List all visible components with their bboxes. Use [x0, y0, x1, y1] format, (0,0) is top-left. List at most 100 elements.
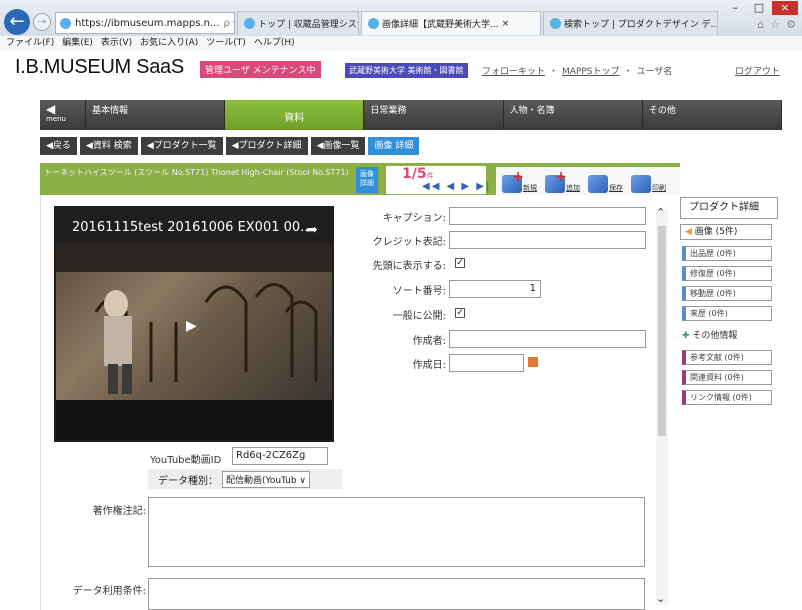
crumb-back[interactable]: ◀戻る — [40, 137, 77, 155]
play-icon[interactable]: ▶ — [186, 318, 197, 334]
new-doc-icon — [502, 169, 524, 193]
youtube-id-input[interactable]: Rd6q-2CZ6Zg — [232, 447, 328, 465]
page-indicator: 1/5件 — [402, 166, 434, 182]
sidebar-item-provenance[interactable]: 来歴 (0件) — [682, 306, 772, 321]
public-checkbox[interactable]: ✓ — [455, 308, 465, 318]
menu-tools[interactable]: ツール(T) — [206, 36, 246, 50]
university-badge: 武蔵野美術大学 美術館・図書館 — [345, 63, 468, 78]
sidebar-item-exhibitions[interactable]: 出品歴 (0件) — [682, 246, 772, 261]
print-button[interactable]: 印刷 — [631, 175, 666, 193]
logout-link[interactable]: ログアウト — [735, 64, 780, 77]
data-type-select[interactable]: 配信動画(YouTub ∨ — [222, 470, 311, 488]
copyright-textarea[interactable] — [148, 497, 645, 567]
maintenance-badge: 管理ユーザ メンテナンス中 — [200, 61, 321, 78]
credit-input[interactable] — [449, 231, 646, 249]
menu-edit[interactable]: 編集(E) — [62, 36, 93, 50]
crumb-product-detail[interactable]: ◀プロダクト詳細 — [225, 137, 308, 155]
gear-icon[interactable]: ⚙ — [786, 18, 796, 31]
address-url: https://ibmuseum.mapps.n... — [75, 17, 220, 29]
creator-input[interactable] — [449, 330, 646, 348]
menu-file[interactable]: ファイル(F) — [6, 36, 54, 50]
browser-tab-3[interactable]: 検索トップ | プロダクトデザイン デ... — [543, 11, 718, 35]
pager-nav-icons[interactable]: ◀◀ ◀ ▶ ▶| — [422, 181, 491, 192]
star-icon[interactable]: ☆ — [770, 18, 780, 31]
save-icon — [588, 175, 608, 193]
sidebar-heading[interactable]: プロダクト詳細 — [680, 197, 778, 219]
window-controls: – □ × — [724, 1, 798, 15]
browser-icons: ⌂ ☆ ⚙ — [757, 18, 796, 31]
sidebar-item-movements[interactable]: 移動歴 (0件) — [682, 286, 772, 301]
sidebar-other-info[interactable]: ✚ その他情報 — [682, 329, 772, 344]
share-icon[interactable]: ➦ — [306, 222, 318, 238]
menu-arrow-icon: ◀ — [46, 102, 56, 116]
maximize-button[interactable]: □ — [748, 1, 770, 15]
nav-item-daily[interactable]: 日常業務 — [364, 100, 504, 130]
data-type-row: データ種別： 配信動画(YouTub ∨ — [148, 469, 342, 489]
print-icon — [631, 175, 651, 193]
scrollbar-thumb[interactable] — [658, 226, 666, 436]
record-title: トーネットハイスツール (スツール No.ST71) Thonet High-C… — [44, 168, 349, 177]
tab-label: 検索トップ | プロダクトデザイン デ... — [564, 20, 718, 30]
usage-label: データ利用条件: — [72, 586, 146, 597]
menu-help[interactable]: ヘルプ(H) — [254, 36, 295, 50]
plus-icon: ✚ — [682, 331, 690, 341]
nav-item-materials[interactable]: 資料 — [225, 100, 365, 130]
minimize-button[interactable]: – — [724, 1, 746, 15]
ie-page-icon — [60, 17, 71, 29]
menu-favorites[interactable]: お気に入り(A) — [140, 36, 198, 50]
sidebar-item-restorations[interactable]: 修復歴 (0件) — [682, 266, 772, 281]
nav-menu-toggle[interactable]: ◀ menu — [40, 100, 86, 130]
video-title: 20161115test 20161006 EX001 00... — [72, 220, 313, 235]
crumb-search[interactable]: ◀資料 検索 — [79, 137, 138, 155]
menu-view[interactable]: 表示(V) — [101, 36, 132, 50]
back-arrow-icon[interactable]: ← — [4, 9, 30, 35]
sidebar-item-related[interactable]: 関連資料 (0件) — [682, 370, 772, 385]
left-arrow-icon: ◀ — [685, 227, 692, 237]
address-bar[interactable]: https://ibmuseum.mapps.n... ρ ▾ 🔒 C — [55, 12, 235, 34]
header-links: フォローキット ・ MAPPSトップ ・ ユーザ名 — [482, 64, 672, 77]
main-nav: ◀ menu 基本情報 資料 日常業務 人物・名簿 その他 — [40, 100, 783, 130]
calendar-icon[interactable] — [528, 357, 538, 367]
crumb-image-list[interactable]: ◀画像一覧 — [310, 137, 366, 155]
nav-item-people[interactable]: 人物・名簿 — [504, 100, 643, 130]
forward-arrow-icon[interactable]: → — [33, 13, 51, 31]
created-date-input[interactable] — [449, 354, 524, 372]
nav-item-basic[interactable]: 基本情報 — [86, 100, 226, 130]
sidebar-item-links[interactable]: リンク情報 (0件) — [682, 390, 772, 405]
usage-textarea[interactable] — [148, 578, 645, 610]
tab-label: トップ | 収蔵品管理システム I.B.... — [258, 20, 358, 30]
crumb-product-list[interactable]: ◀プロダクト一覧 — [140, 137, 223, 155]
user-name: ユーザ名 — [636, 67, 673, 77]
tab-close-icon[interactable]: × — [502, 19, 510, 29]
new-button[interactable]: 新規 — [502, 169, 537, 193]
browser-tab-1[interactable]: トップ | 収蔵品管理システム I.B.... — [237, 11, 359, 35]
nav-item-other[interactable]: その他 — [643, 100, 783, 130]
add-button[interactable]: 追加 — [545, 169, 580, 193]
save-button[interactable]: 保存 — [588, 175, 623, 193]
tab-label: 画像詳細【武蔵野美術大学... — [382, 20, 499, 30]
follow-kit-link[interactable]: フォローキット — [482, 64, 545, 77]
video-footer — [56, 400, 332, 440]
credit-label: クレジット表記: — [372, 237, 446, 248]
browser-tab-2[interactable]: 画像詳細【武蔵野美術大学... × — [361, 11, 541, 35]
caption-label: キャプション: — [382, 213, 446, 224]
sort-input[interactable]: 1 — [449, 280, 541, 298]
sidebar-item-images[interactable]: ◀ 画像 (5件) — [680, 224, 772, 240]
image-detail-button[interactable]: 画像 詳細 — [356, 167, 378, 193]
ie-tab-icon — [244, 18, 255, 29]
data-type-label: データ種別： — [158, 475, 218, 487]
scroll-down-icon[interactable]: ⌄ — [656, 592, 665, 605]
public-label: 一般に公開: — [392, 311, 446, 322]
toolbar: 新規 追加 保存 印刷 — [496, 167, 680, 195]
caption-input[interactable] — [449, 207, 646, 225]
copyright-label: 著作権注記: — [92, 506, 146, 517]
home-icon[interactable]: ⌂ — [757, 18, 764, 31]
sidebar-item-references[interactable]: 参考文献 (0件) — [682, 350, 772, 365]
breadcrumb: ◀戻る ◀資料 検索 ◀プロダクト一覧 ◀プロダクト詳細 ◀画像一覧 画像 詳細 — [40, 137, 420, 155]
mapps-top-link[interactable]: MAPPSトップ — [562, 64, 620, 77]
show-first-checkbox[interactable]: ✓ — [455, 258, 465, 268]
browser-menubar: ファイル(F) 編集(E) 表示(V) お気に入り(A) ツール(T) ヘルプ(… — [0, 36, 802, 50]
close-window-button[interactable]: × — [772, 1, 798, 15]
created-date-label: 作成日: — [412, 360, 446, 371]
scroll-up-icon[interactable]: ⌃ — [656, 206, 665, 219]
